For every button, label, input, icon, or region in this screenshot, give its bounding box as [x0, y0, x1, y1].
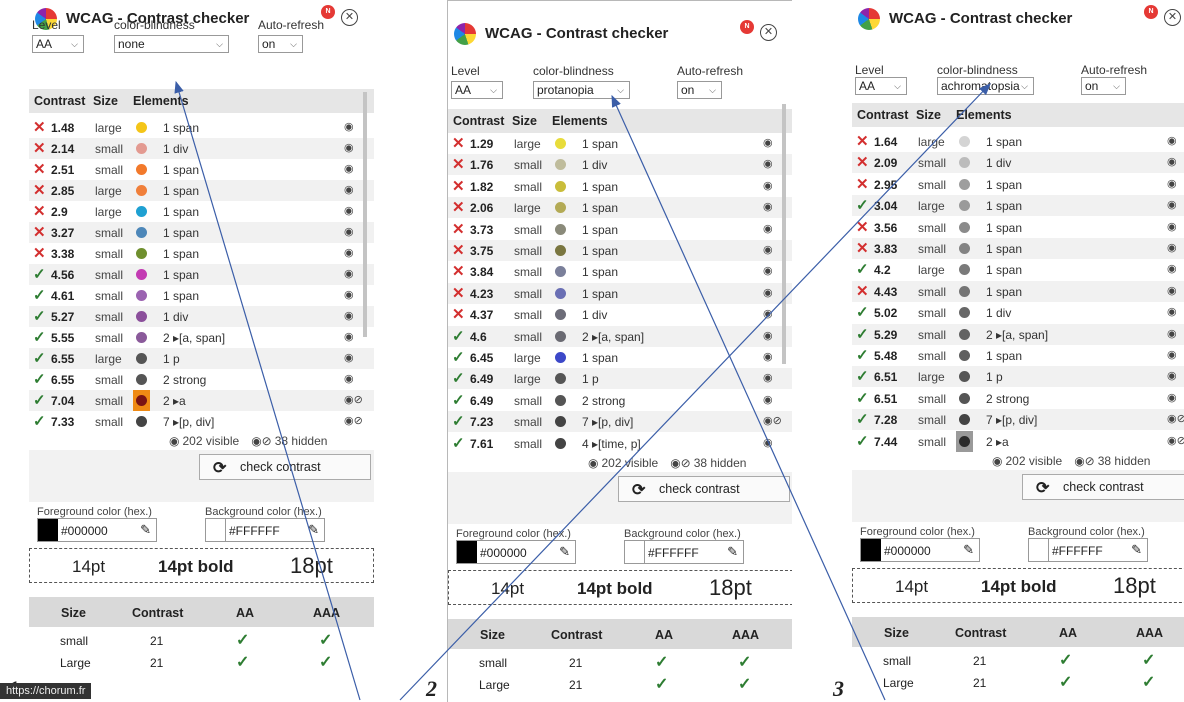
arrow-to-panel-2-select	[611, 94, 886, 701]
comparison-figure: WCAG - Contrast checker N ✕ Level color-blin…	[0, 0, 1184, 702]
annotation-arrows	[174, 80, 991, 701]
arrow-to-panel-3-select	[399, 83, 991, 701]
arrow-to-panel-1-select	[174, 80, 361, 701]
